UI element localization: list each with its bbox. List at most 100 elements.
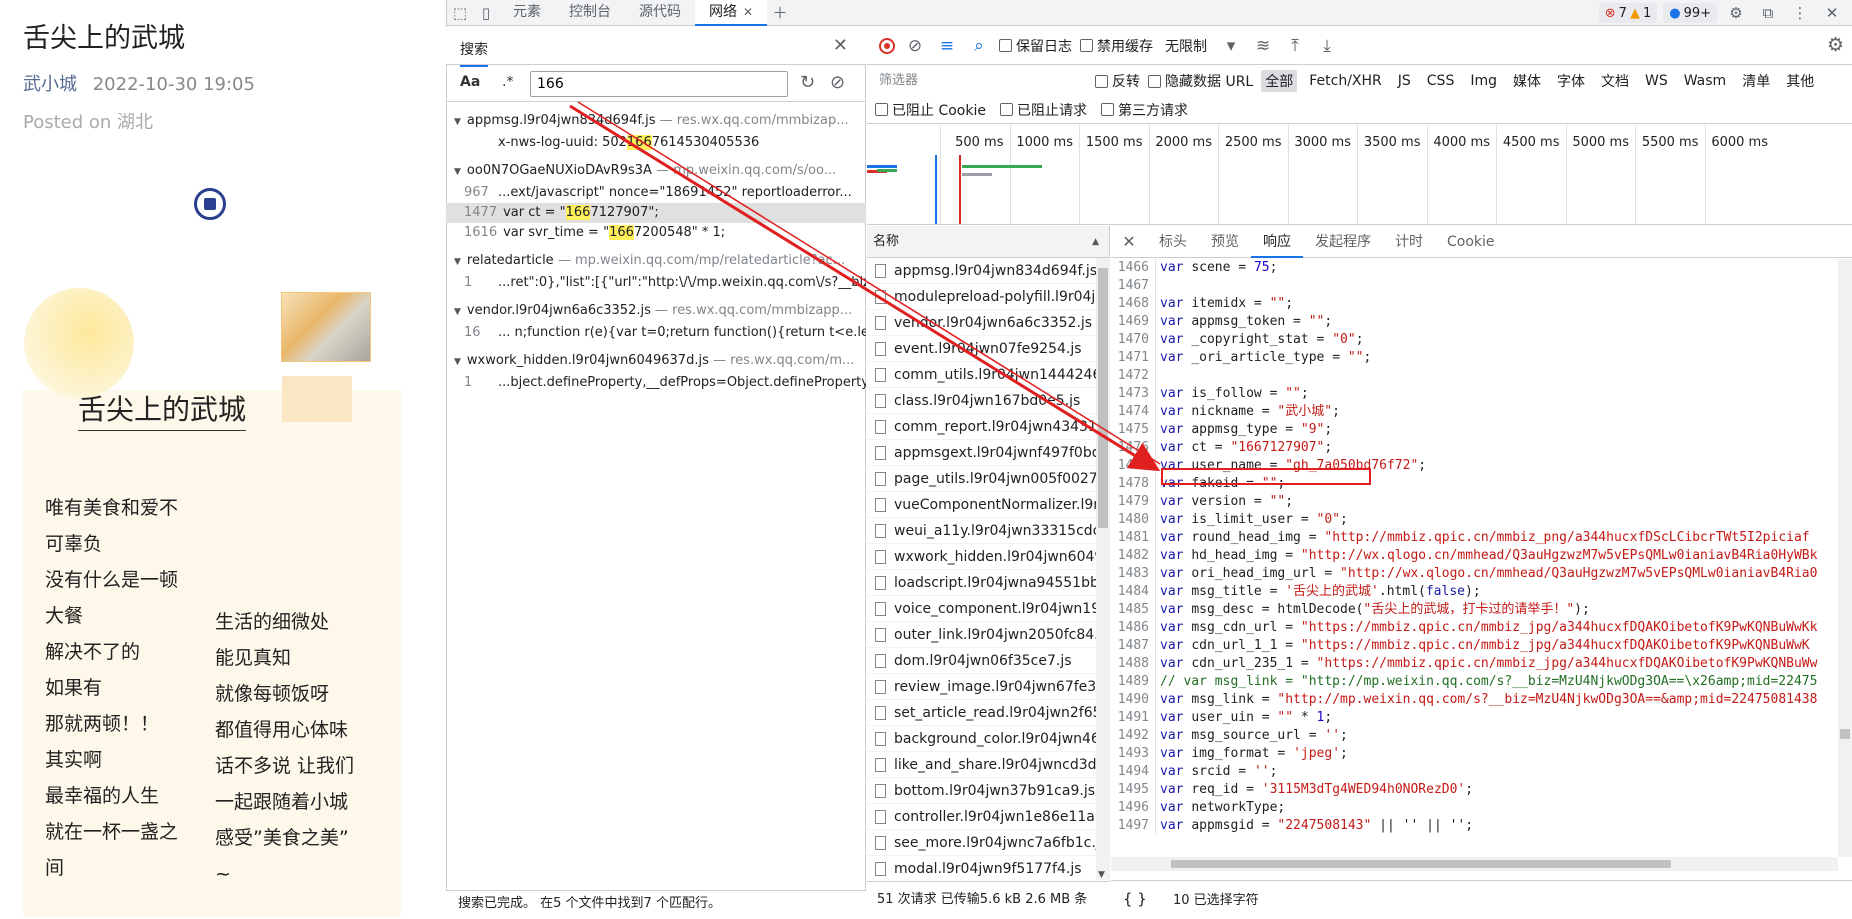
request-row[interactable]: background_color.l9r04jwn46 bbox=[867, 726, 1096, 752]
request-row[interactable]: modulepreload-polyfill.l9r04j bbox=[867, 284, 1096, 310]
request-row[interactable]: dom.l9r04jwn06f35ce7.js bbox=[867, 648, 1096, 674]
request-row[interactable]: comm_report.l9r04jwn4343166 bbox=[867, 414, 1096, 440]
chevron-down-icon[interactable]: ▾ bbox=[1219, 36, 1243, 56]
customize-icon[interactable]: ⧉ bbox=[1755, 0, 1781, 26]
scrollbar-thumb[interactable] bbox=[1840, 729, 1850, 739]
author-link[interactable]: 武小城 bbox=[23, 74, 77, 95]
download-icon[interactable]: ⤓ bbox=[1315, 36, 1339, 56]
filter-type-3[interactable]: CSS bbox=[1423, 72, 1459, 90]
search-input[interactable] bbox=[530, 71, 788, 97]
third-party-checkbox[interactable]: 第三方请求 bbox=[1100, 100, 1188, 120]
invert-checkbox[interactable]: 反转 bbox=[1095, 71, 1140, 91]
scroll-down-icon[interactable]: ▼ bbox=[1098, 870, 1105, 880]
request-row[interactable]: vueComponentNormalizer.l9r bbox=[867, 492, 1096, 518]
detail-tab-0[interactable]: 标头 bbox=[1147, 226, 1199, 258]
search-result-file[interactable]: ▼ vendor.l9r04jwn6a6c3352.js — res.wx.qq.… bbox=[446, 299, 866, 323]
close-icon[interactable]: ✕ bbox=[1111, 232, 1147, 251]
messages-badge[interactable]: ● 99+ bbox=[1663, 3, 1717, 23]
hide-data-url-checkbox[interactable]: 隐藏数据 URL bbox=[1148, 71, 1253, 91]
chevron-down-icon[interactable]: ▼ bbox=[454, 307, 461, 317]
request-row[interactable]: controller.l9r04jwn1e86e11a.j bbox=[867, 804, 1096, 830]
detail-tab-1[interactable]: 预览 bbox=[1199, 226, 1251, 258]
request-row[interactable]: set_article_read.l9r04jwn2f65. bbox=[867, 700, 1096, 726]
request-row[interactable]: weui_a11y.l9r04jwn33315cdc. bbox=[867, 518, 1096, 544]
code-vertical-scrollbar[interactable] bbox=[1838, 259, 1852, 857]
wifi-icon[interactable]: ≋ bbox=[1251, 36, 1275, 56]
preserve-log-checkbox[interactable]: 保留日志 bbox=[999, 36, 1072, 56]
inspect-icon[interactable]: ⬚ bbox=[447, 0, 473, 26]
filter-type-7[interactable]: 文档 bbox=[1597, 70, 1633, 92]
request-row[interactable]: page_utils.l9r04jwn005f0027.j bbox=[867, 466, 1096, 492]
detail-tab-2[interactable]: 响应 bbox=[1251, 226, 1303, 258]
detail-tab-4[interactable]: 计时 bbox=[1383, 226, 1435, 258]
search-result-line[interactable]: 967 ...ext/javascript" nonce="18691452" r… bbox=[446, 183, 866, 203]
search-result-file[interactable]: ▼ relatedarticle — mp.weixin.qq.com/mp/re… bbox=[446, 249, 866, 273]
chevron-down-icon[interactable]: ▼ bbox=[454, 117, 461, 127]
close-icon[interactable]: ✕ bbox=[833, 35, 848, 56]
search-result-line[interactable]: 1 ...bject.defineProperty,__defProps=Obje… bbox=[446, 373, 866, 393]
filter-type-2[interactable]: JS bbox=[1394, 72, 1415, 90]
search-icon[interactable]: ⌕ bbox=[967, 36, 991, 56]
request-row[interactable]: modal.l9r04jwn9f5177f4.js bbox=[867, 856, 1096, 880]
request-row[interactable]: voice_component.l9r04jwn19 bbox=[867, 596, 1096, 622]
gear-icon[interactable]: ⚙ bbox=[1827, 34, 1844, 56]
filter-type-6[interactable]: 字体 bbox=[1553, 70, 1589, 92]
filter-type-9[interactable]: Wasm bbox=[1680, 72, 1730, 90]
pretty-print-button[interactable]: { } bbox=[1123, 890, 1147, 908]
filter-type-5[interactable]: 媒体 bbox=[1509, 70, 1545, 92]
match-case-button[interactable]: Aa bbox=[460, 74, 480, 90]
request-row[interactable]: event.l9r04jwn07fe9254.js bbox=[867, 336, 1096, 362]
filter-type-1[interactable]: Fetch/XHR bbox=[1305, 72, 1386, 90]
filter-type-8[interactable]: WS bbox=[1641, 72, 1672, 90]
tab-network[interactable]: 网络 ✕ bbox=[695, 0, 768, 26]
more-icon[interactable]: ⋮ bbox=[1787, 0, 1813, 26]
filter-type-0[interactable]: 全部 bbox=[1261, 70, 1298, 92]
filter-input[interactable]: 筛选器 bbox=[875, 70, 1087, 92]
filter-icon[interactable]: ≡ bbox=[935, 36, 959, 56]
clear-icon[interactable]: ⊘ bbox=[830, 72, 845, 93]
disable-cache-checkbox[interactable]: 禁用缓存 bbox=[1080, 36, 1153, 56]
add-tab-icon[interactable]: ＋ bbox=[767, 0, 793, 26]
code-horizontal-scrollbar[interactable] bbox=[1111, 857, 1838, 871]
detail-tab-5[interactable]: Cookie bbox=[1435, 226, 1507, 258]
search-tab[interactable]: 搜索 bbox=[460, 39, 488, 67]
regex-button[interactable]: .* bbox=[502, 74, 513, 90]
blocked-request-checkbox[interactable]: 已阻止请求 bbox=[999, 100, 1087, 120]
request-scrollbar[interactable]: ▼ bbox=[1096, 258, 1110, 880]
detail-tab-3[interactable]: 发起程序 bbox=[1303, 226, 1383, 258]
refresh-icon[interactable]: ↻ bbox=[800, 72, 815, 93]
tab-sources[interactable]: 源代码 bbox=[625, 0, 695, 26]
request-row[interactable]: review_image.l9r04jwn67fe3b bbox=[867, 674, 1096, 700]
scrollbar-thumb[interactable] bbox=[1171, 860, 1671, 868]
search-result-file[interactable]: ▼ appmsg.l9r04jwn834d694f.js — res.wx.qq.… bbox=[446, 109, 866, 133]
search-result-line[interactable]: 1477 var ct = "1667127907"; bbox=[446, 203, 866, 223]
search-result-line[interactable]: 1 ...ret":0},"list":[{"url":"http:\/\/mp.… bbox=[446, 273, 866, 293]
chevron-down-icon[interactable]: ▼ bbox=[454, 357, 461, 367]
filter-type-4[interactable]: Img bbox=[1466, 72, 1501, 90]
close-icon[interactable]: ✕ bbox=[743, 5, 753, 19]
chevron-down-icon[interactable]: ▼ bbox=[454, 257, 461, 267]
filter-type-10[interactable]: 清单 bbox=[1738, 70, 1774, 92]
search-result-file[interactable]: ▼ oo0N7OGaeNUXioDAvR9s3A — mp.weixin.qq.c… bbox=[446, 159, 866, 183]
tab-console[interactable]: 控制台 bbox=[555, 0, 625, 26]
close-icon[interactable]: ✕ bbox=[1819, 0, 1845, 26]
food-photo[interactable] bbox=[281, 292, 371, 362]
upload-icon[interactable]: ⤒ bbox=[1283, 36, 1307, 56]
request-row[interactable]: see_more.l9r04jwnc7a6fb1c.js bbox=[867, 830, 1096, 856]
request-row[interactable]: class.l9r04jwn167bd0e5.js bbox=[867, 388, 1096, 414]
device-toggle-icon[interactable]: ▯ bbox=[473, 0, 499, 26]
search-result-line[interactable]: x-nws-log-uuid: 5021667614530405536 bbox=[446, 133, 866, 153]
chevron-down-icon[interactable]: ▼ bbox=[454, 167, 461, 177]
network-overview[interactable]: 500 ms 1000 ms 1500 ms 2000 ms 2500 ms 3000 m… bbox=[867, 125, 1852, 225]
gear-icon[interactable]: ⚙ bbox=[1723, 0, 1749, 26]
issues-badge[interactable]: ⊗ 7 ▲ 1 bbox=[1598, 3, 1658, 23]
search-result-line[interactable]: 16 ... n;function r(e){var t=0;return fun… bbox=[446, 323, 866, 343]
request-row[interactable]: wxwork_hidden.l9r04jwn6049 bbox=[867, 544, 1096, 570]
clear-log-icon[interactable]: ⊘ bbox=[903, 36, 927, 56]
response-code[interactable]: 1466 var scene = 75; 1467 1468 var itemidx =… bbox=[1111, 259, 1838, 857]
request-row[interactable]: outer_link.l9r04jwn2050fc84.j bbox=[867, 622, 1096, 648]
blocked-cookie-checkbox[interactable]: 已阻止 Cookie bbox=[875, 100, 986, 120]
search-result-file[interactable]: ▼ wxwork_hidden.l9r04jwn6049637d.js — res… bbox=[446, 349, 866, 373]
throttle-select[interactable]: 无限制 bbox=[1161, 36, 1211, 56]
tab-elements[interactable]: 元素 bbox=[499, 0, 555, 26]
